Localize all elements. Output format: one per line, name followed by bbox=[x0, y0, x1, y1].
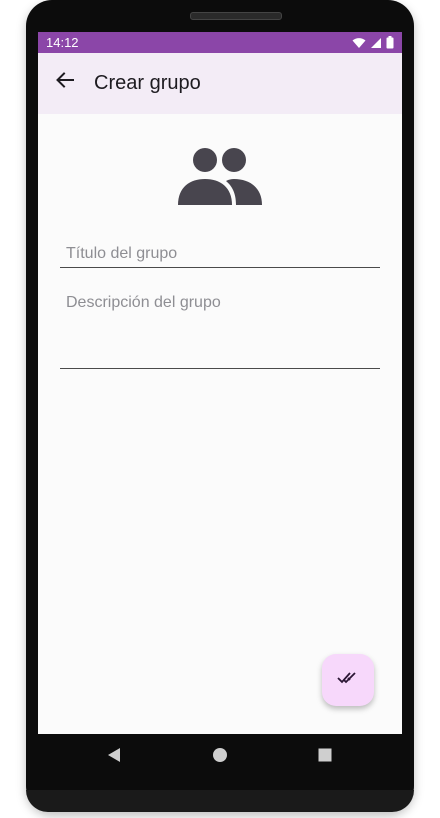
arrow-back-icon bbox=[56, 71, 74, 93]
group-title-input[interactable] bbox=[60, 242, 376, 266]
back-button[interactable] bbox=[50, 67, 80, 97]
status-bar: 14:12 bbox=[38, 32, 402, 53]
group-title-field[interactable] bbox=[60, 242, 380, 268]
wifi-icon bbox=[352, 37, 366, 52]
page-title: Crear grupo bbox=[94, 72, 201, 94]
nav-back-button[interactable] bbox=[104, 747, 124, 767]
recents-square-icon bbox=[318, 748, 332, 767]
app-screen: 14:12 Crear grupo Título del grupo Descr… bbox=[38, 32, 402, 734]
back-triangle-icon bbox=[107, 747, 121, 768]
create-group-button[interactable] bbox=[322, 654, 374, 706]
status-time: 14:12 bbox=[46, 35, 79, 50]
nav-home-button[interactable] bbox=[210, 747, 230, 767]
group-description-input[interactable] bbox=[60, 294, 376, 364]
battery-icon bbox=[386, 36, 394, 52]
phone-speaker bbox=[190, 12, 282, 20]
nav-recents-button[interactable] bbox=[315, 747, 335, 767]
home-circle-icon bbox=[212, 747, 228, 768]
app-bar: Crear grupo bbox=[38, 53, 402, 114]
status-icons bbox=[352, 36, 394, 52]
done-all-icon bbox=[337, 671, 359, 690]
signal-icon bbox=[370, 37, 382, 52]
system-nav-bar bbox=[38, 734, 402, 780]
group-description-field[interactable] bbox=[60, 294, 380, 369]
phone-bottom-edge bbox=[26, 790, 414, 812]
group-icon bbox=[176, 147, 264, 207]
